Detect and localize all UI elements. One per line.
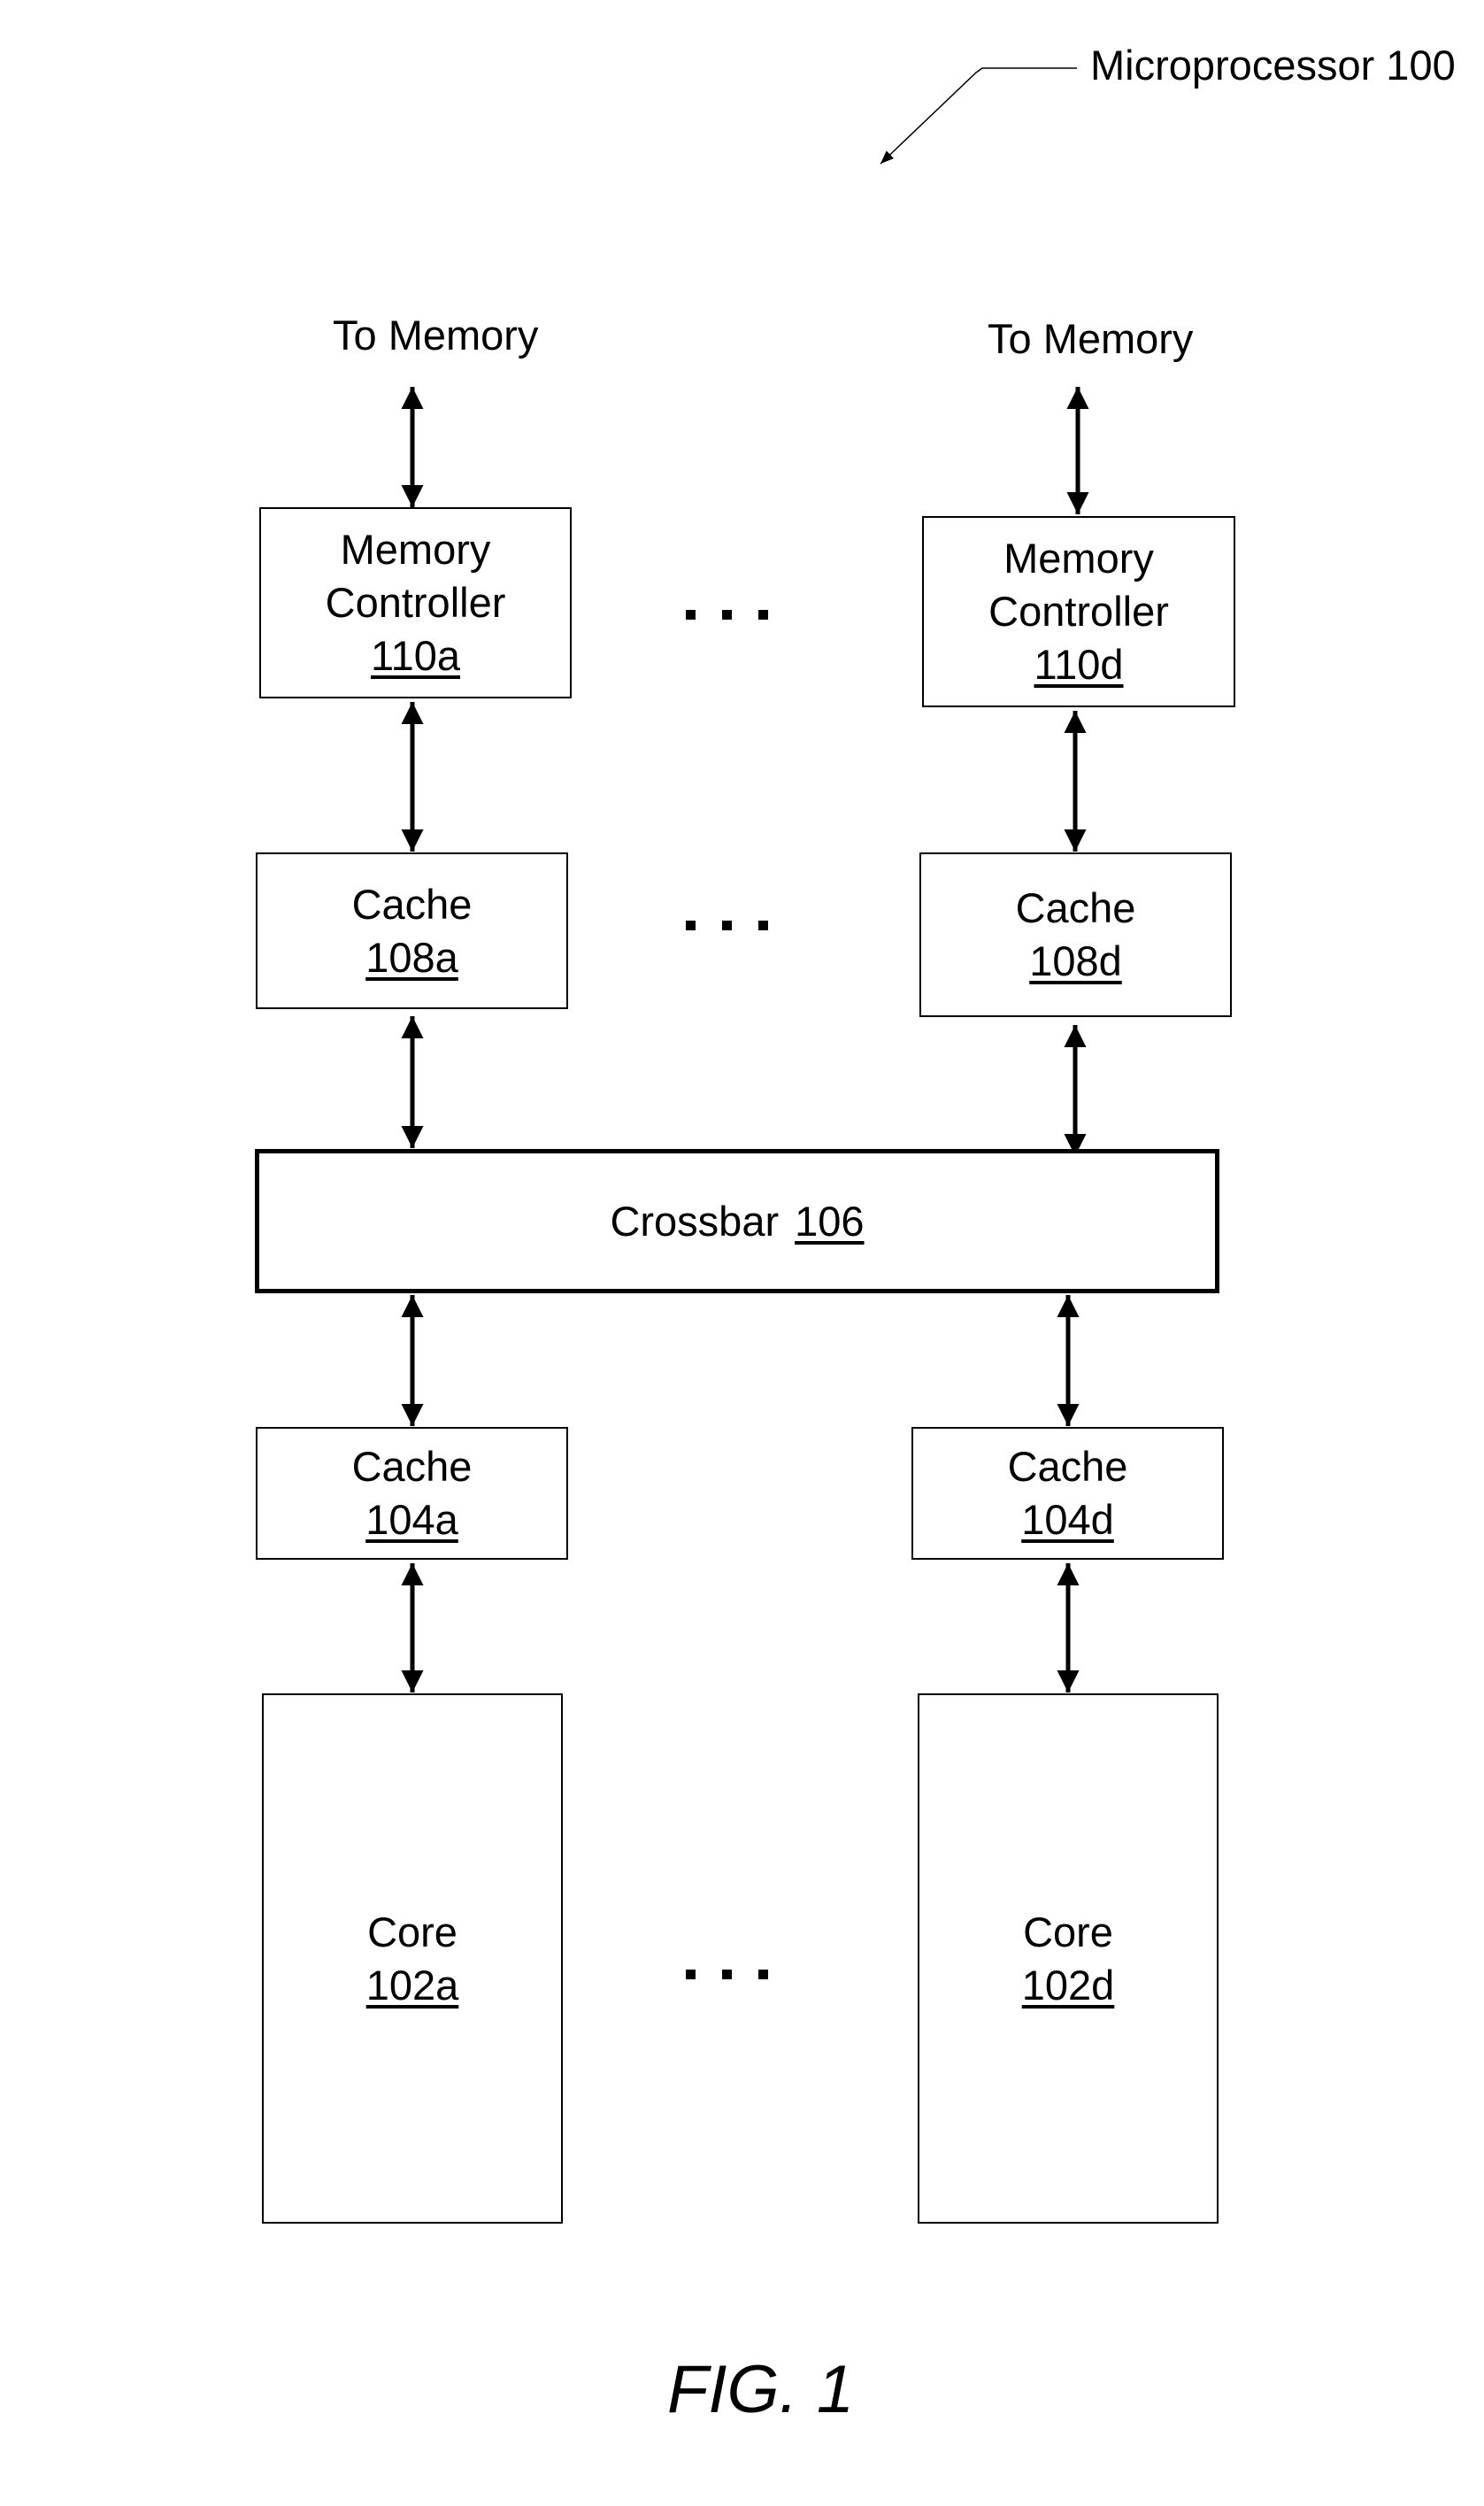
ellipsis-dot bbox=[758, 1970, 768, 1979]
memory-controller-line2: Controller bbox=[325, 579, 506, 626]
ellipsis-upper-caches bbox=[686, 921, 768, 930]
figure-caption: FIG. 1 bbox=[667, 2352, 855, 2427]
memory-controller-ref: 110a bbox=[370, 632, 461, 679]
cache-ref: 104d bbox=[1021, 1496, 1114, 1543]
cache-108d[interactable]: Cache 108d bbox=[919, 852, 1232, 1017]
to-memory-label-right: To Memory bbox=[988, 315, 1194, 362]
cache-108a[interactable]: Cache 108a bbox=[256, 852, 568, 1009]
cache-label: Cache bbox=[351, 880, 473, 928]
core-ref: 102a bbox=[365, 1961, 459, 2009]
ellipsis-dot bbox=[686, 1970, 696, 1979]
ellipsis-cores bbox=[686, 1970, 768, 1979]
cache-104d[interactable]: Cache 104d bbox=[911, 1427, 1224, 1560]
memory-controller-110a[interactable]: Memory Controller 110a bbox=[259, 507, 572, 698]
to-memory-label-left: To Memory bbox=[333, 312, 539, 359]
cache-label: Cache bbox=[1007, 1443, 1128, 1490]
crossbar-label: Crossbar bbox=[610, 1197, 780, 1245]
ellipsis-dot bbox=[686, 610, 696, 620]
core-label: Core bbox=[1023, 1908, 1113, 1955]
ellipsis-dot bbox=[758, 610, 768, 620]
ellipsis-dot bbox=[722, 610, 732, 620]
memory-controller-line1: Memory bbox=[340, 526, 491, 573]
core-102a[interactable]: Core 102a bbox=[262, 1693, 563, 2224]
memory-controller-ref: 110d bbox=[1034, 641, 1124, 688]
ellipsis-dot bbox=[722, 1970, 732, 1979]
ellipsis-dot bbox=[722, 921, 732, 930]
memory-controller-110d[interactable]: Memory Controller 110d bbox=[922, 516, 1235, 707]
memory-controller-line1: Memory bbox=[1003, 535, 1154, 582]
microprocessor-label: Microprocessor 100 bbox=[1090, 42, 1456, 89]
cache-label: Cache bbox=[351, 1443, 473, 1490]
ellipsis-dot bbox=[758, 921, 768, 930]
cache-label: Cache bbox=[1015, 884, 1136, 931]
cache-ref: 108a bbox=[365, 933, 458, 981]
core-label: Core bbox=[367, 1908, 458, 1955]
core-102d[interactable]: Core 102d bbox=[918, 1693, 1219, 2224]
crossbar-106[interactable]: Crossbar 106 bbox=[255, 1149, 1219, 1293]
cache-ref: 108d bbox=[1029, 937, 1122, 984]
memory-controller-line2: Controller bbox=[988, 588, 1169, 635]
ellipsis-memory-controllers bbox=[686, 610, 768, 620]
core-ref: 102d bbox=[1021, 1961, 1115, 2009]
cache-104a[interactable]: Cache 104a bbox=[256, 1427, 568, 1560]
cache-ref: 104a bbox=[365, 1496, 458, 1543]
ellipsis-dot bbox=[686, 921, 696, 930]
crossbar-ref: 106 bbox=[795, 1197, 865, 1245]
title-leader-line bbox=[880, 67, 1077, 165]
